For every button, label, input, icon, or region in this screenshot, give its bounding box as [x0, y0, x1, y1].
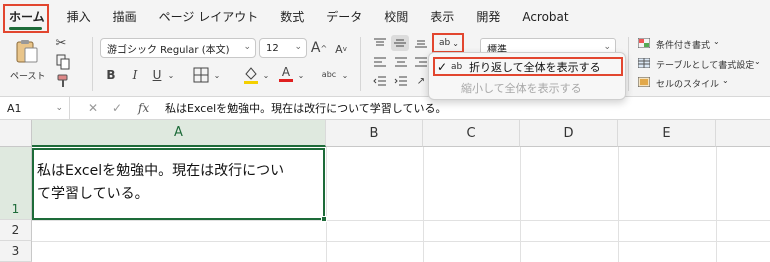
cell-a1-line-2: て学習している。 [37, 186, 149, 202]
shrink-to-fit-menu-item[interactable]: 縮小して全体を表示する [433, 78, 623, 97]
enter-check-icon[interactable]: ✓ [112, 97, 122, 119]
tab-insert[interactable]: 挿入 [67, 8, 91, 25]
chevron-down-icon: ⌄ [55, 103, 63, 113]
formula-input[interactable]: 私はExcelを勉強中。現在は改行について学習している。 [165, 97, 446, 119]
ribbon-separator [360, 37, 361, 91]
gridline [520, 147, 521, 262]
row-header-3[interactable]: 3 [0, 241, 32, 262]
column-header-f[interactable] [716, 120, 770, 147]
ribbon-separator [628, 37, 629, 91]
name-box-value: A1 [7, 101, 22, 115]
select-all-corner[interactable] [0, 120, 32, 147]
chevron-down-icon: ⌄ [294, 42, 302, 52]
align-bottom-icon[interactable] [413, 36, 429, 50]
cancel-icon[interactable]: ✕ [88, 97, 98, 119]
name-box[interactable]: A1 ⌄ [0, 97, 70, 119]
insert-function-button[interactable]: fx [138, 97, 149, 119]
format-painter-icon[interactable] [56, 74, 70, 88]
wrap-text-menu: ✓ ab 折り返して全体を表示する 縮小して全体を表示する [428, 52, 626, 100]
font-name-value: 游ゴシック Regular (本文) [107, 44, 230, 56]
worksheet-grid: A B C D E 1 2 3 私はExcelを勉強中。現在は改行につい て学習… [0, 120, 770, 262]
tab-view[interactable]: 表示 [430, 8, 454, 25]
chevron-down-icon[interactable]: ⌄ [261, 69, 271, 81]
tab-formulas[interactable]: 数式 [280, 8, 304, 25]
orientation-icon[interactable]: ↗ [413, 74, 429, 88]
font-name-select[interactable]: 游ゴシック Regular (本文) ⌄ [100, 38, 256, 58]
wrap-text-menu-label: 折り返して全体を表示する [469, 60, 601, 74]
chevron-down-icon[interactable]: ⌄ [340, 69, 350, 81]
chevron-down-icon[interactable]: ⌄ [296, 69, 306, 81]
gridline [32, 241, 770, 242]
chevron-down-icon[interactable]: ⌄ [713, 37, 720, 46]
align-left-icon[interactable] [372, 55, 388, 69]
column-header-e[interactable]: E [618, 120, 716, 147]
column-header-d[interactable]: D [520, 120, 618, 147]
conditional-format-label[interactable]: 条件付き書式 [656, 38, 710, 51]
formula-bar: A1 ⌄ ✕ ✓ fx 私はExcelを勉強中。現在は改行について学習している。 [0, 96, 770, 120]
format-as-table-icon[interactable] [637, 57, 651, 69]
align-top-icon[interactable] [372, 36, 388, 50]
column-header-b[interactable]: B [326, 120, 423, 147]
checkmark-icon: ✓ [437, 59, 448, 74]
chevron-down-icon: ⌄ [243, 42, 251, 52]
gridline [618, 147, 619, 262]
chevron-down-icon: ⌄ [603, 42, 611, 52]
home-ribbon: ペースト ✂ 游ゴシック Regular (本文) ⌄ 12 ⌄ A ^ Av B… [0, 33, 770, 96]
borders-icon[interactable] [192, 66, 210, 84]
phonetic-guide-icon[interactable]: abc [318, 65, 340, 83]
cell-styles-label[interactable]: セルのスタイル [656, 77, 719, 90]
chevron-down-icon[interactable]: ⌄ [754, 57, 761, 66]
italic-button[interactable]: I [128, 67, 142, 83]
font-size-select[interactable]: 12 ⌄ [259, 38, 307, 58]
wrap-button-highlight [432, 33, 464, 53]
cut-icon[interactable]: ✂ [54, 36, 68, 51]
tab-draw[interactable]: 描画 [113, 8, 137, 25]
copy-icon[interactable] [54, 54, 72, 70]
increase-indent-icon[interactable] [393, 74, 409, 88]
tab-data[interactable]: データ [326, 8, 362, 25]
align-center-icon[interactable] [393, 55, 409, 69]
bold-button[interactable]: B [104, 67, 118, 83]
shrink-font-icon[interactable]: Av [334, 41, 348, 57]
gridline [423, 147, 424, 262]
gridline [326, 147, 327, 262]
wrap-text-menu-item[interactable]: ✓ ab 折り返して全体を表示する [433, 57, 623, 76]
row-header-2[interactable]: 2 [0, 220, 32, 241]
font-color-icon[interactable]: A [278, 64, 294, 84]
active-tab-underline [9, 27, 42, 30]
column-header-a[interactable]: A [32, 120, 326, 147]
ribbon-separator [92, 37, 93, 91]
wrap-text-icon: ab [451, 61, 463, 72]
cell-styles-icon[interactable] [637, 76, 651, 88]
chevron-down-icon[interactable]: ⌄ [212, 69, 222, 81]
ribbon-tab-bar: ホーム 挿入 描画 ページ レイアウト 数式 データ 校閲 表示 開発 Acro… [0, 0, 770, 33]
paste-icon[interactable] [14, 37, 40, 65]
format-as-table-label[interactable]: テーブルとして書式設定 [656, 58, 754, 71]
fill-handle[interactable] [321, 216, 327, 222]
conditional-format-icon[interactable] [637, 37, 651, 49]
tab-developer[interactable]: 開発 [476, 8, 500, 25]
paste-label[interactable]: ペースト [10, 69, 46, 82]
tab-review[interactable]: 校閲 [384, 8, 408, 25]
cell-a1-line-1: 私はExcelを勉強中。現在は改行につい [37, 163, 285, 179]
cell-a1[interactable]: 私はExcelを勉強中。現在は改行につい て学習している。 [32, 148, 327, 222]
chevron-down-icon[interactable]: ⌄ [722, 76, 729, 85]
font-size-value: 12 [266, 42, 279, 54]
underline-button[interactable]: U [150, 67, 164, 83]
align-middle-icon[interactable] [391, 35, 409, 51]
gridline [716, 147, 717, 262]
fill-color-icon[interactable] [242, 65, 260, 85]
decrease-indent-icon[interactable] [372, 74, 388, 88]
align-right-icon[interactable] [413, 55, 429, 69]
tab-acrobat[interactable]: Acrobat [522, 10, 568, 24]
grow-font-icon[interactable]: A ^ [311, 39, 327, 57]
tab-page-layout[interactable]: ページ レイアウト [159, 8, 259, 25]
chevron-down-icon[interactable]: ⌄ [166, 69, 176, 81]
excel-window: ホーム 挿入 描画 ページ レイアウト 数式 データ 校閲 表示 開発 Acro… [0, 0, 770, 262]
row-header-1[interactable]: 1 [0, 147, 32, 220]
gridline [32, 220, 770, 221]
column-header-c[interactable]: C [423, 120, 520, 147]
